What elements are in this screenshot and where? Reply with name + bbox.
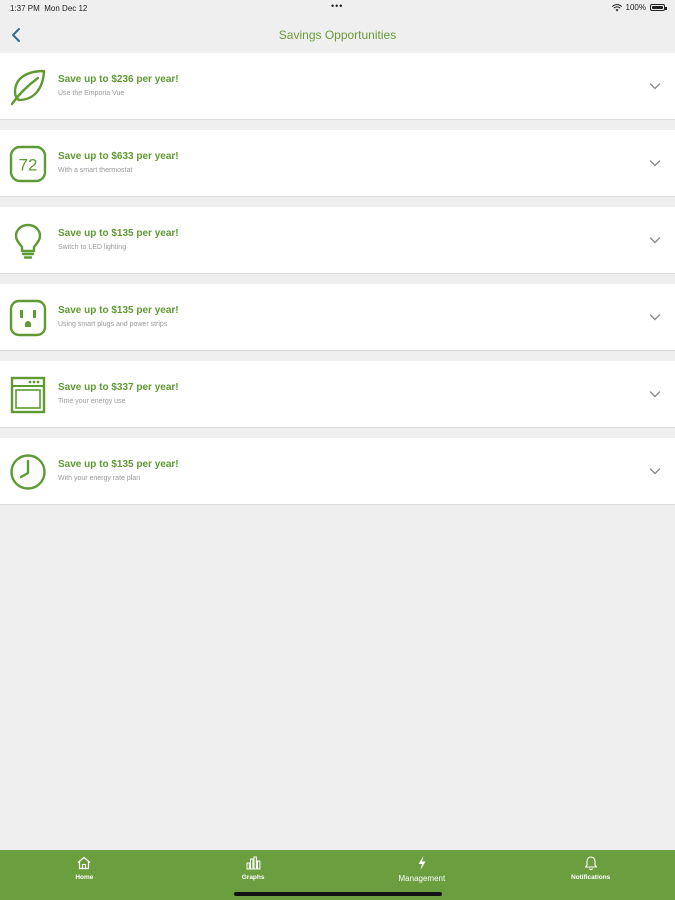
chevron-down-icon [649,237,661,244]
savings-item-time-energy-use[interactable]: Save up to $337 per year! Time your ener… [0,361,675,428]
multitask-dots[interactable]: ••• [331,1,343,11]
tab-notifications[interactable]: Notifications [506,850,675,900]
tab-label: Graphs [241,874,265,881]
savings-subtitle: Use the Emporia Vue [58,90,125,97]
savings-title: Save up to $135 per year! [58,459,179,470]
status-time: 1:37 PM Mon Dec 12 [10,4,87,13]
tab-label: Management [398,874,446,883]
chevron-down-icon [649,468,661,475]
chevron-down-icon [649,83,661,90]
time-text: 1:37 PM [10,4,40,13]
clock-icon [10,454,46,490]
lightning-icon [418,856,426,870]
leaf-icon [10,69,46,106]
home-icon [77,856,91,870]
status-bar: 1:37 PM Mon Dec 12 ••• 100% [0,0,675,18]
date-text: Mon Dec 12 [44,4,88,13]
chevron-down-icon [649,314,661,321]
status-right: 100% [611,3,667,12]
chevron-down-icon [649,391,661,398]
savings-title: Save up to $236 per year! [58,74,179,85]
savings-title: Save up to $337 per year! [58,382,179,393]
savings-subtitle: Switch to LED lighting [58,244,127,251]
bell-icon [584,856,597,871]
savings-subtitle: Time your energy use [58,398,126,405]
savings-item-smart-plugs[interactable]: Save up to $135 per year! Using smart pl… [0,284,675,351]
savings-subtitle: With a smart thermostat [58,167,133,174]
appliance-icon [10,376,46,414]
thermostat-icon: 72 [9,145,47,183]
chevron-down-icon [649,160,661,167]
savings-subtitle: With your energy rate plan [58,475,141,482]
savings-item-emporia-vue[interactable]: Save up to $236 per year! Use the Empori… [0,53,675,120]
savings-title: Save up to $135 per year! [58,228,179,239]
page-title: Savings Opportunities [278,28,397,42]
wifi-icon [611,3,622,11]
tab-label: Home [75,874,94,881]
savings-title: Save up to $633 per year! [58,151,179,162]
battery-icon [650,4,667,11]
bar-chart-icon [246,856,261,870]
outlet-icon [9,299,47,337]
tab-label: Notifications [570,874,611,881]
savings-item-led-lighting[interactable]: Save up to $135 per year! Switch to LED … [0,207,675,274]
thermostat-value: 72 [19,156,38,175]
battery-percent: 100% [625,3,646,12]
savings-item-smart-thermostat[interactable]: 72 Save up to $633 per year! With a smar… [0,130,675,197]
lightbulb-icon [14,223,42,259]
navigation-bar: Savings Opportunities [0,18,675,52]
home-indicator[interactable] [234,892,442,896]
tab-home[interactable]: Home [0,850,169,900]
savings-subtitle: Using smart plugs and power strips [58,321,168,328]
savings-title: Save up to $135 per year! [58,305,179,316]
savings-item-rate-plan[interactable]: Save up to $135 per year! With your ener… [0,438,675,505]
